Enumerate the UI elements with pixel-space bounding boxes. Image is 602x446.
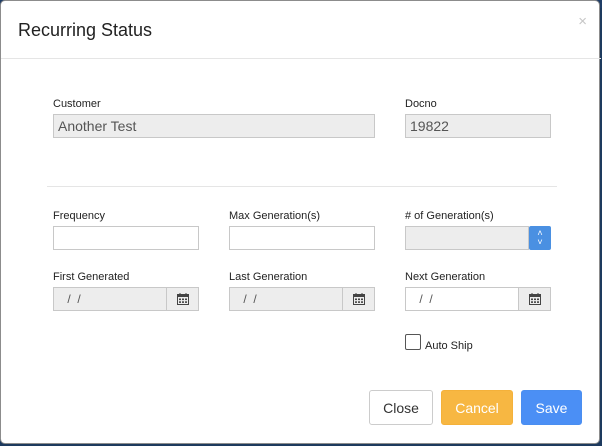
- next-generation-field[interactable]: [405, 287, 519, 311]
- calendar-icon[interactable]: [519, 287, 551, 311]
- recurring-status-dialog: Recurring Status × Customer Docno Freque…: [0, 0, 601, 444]
- section-divider: [47, 186, 557, 187]
- auto-ship-checkbox[interactable]: [405, 334, 421, 350]
- next-generation-label: Next Generation: [405, 271, 486, 283]
- calendar-icon[interactable]: [167, 287, 199, 311]
- dialog-title: Recurring Status: [18, 20, 153, 40]
- num-generations-field[interactable]: [405, 226, 529, 250]
- first-generated-label: First Generated: [53, 271, 130, 283]
- max-generations-field[interactable]: [229, 226, 375, 250]
- calendar-glyph: [176, 293, 189, 305]
- save-button[interactable]: Save: [521, 390, 582, 425]
- calendar-glyph: [528, 293, 541, 305]
- first-generated-date: [53, 287, 199, 311]
- dialog-header: Recurring Status ×: [1, 1, 601, 59]
- max-generations-label: Max Generation(s): [229, 210, 321, 222]
- next-generation-date: [405, 287, 551, 311]
- last-generation-field[interactable]: [229, 287, 343, 311]
- first-generated-field[interactable]: [53, 287, 167, 311]
- close-icon[interactable]: ×: [578, 14, 587, 29]
- docno-label: Docno: [405, 98, 437, 110]
- frequency-field[interactable]: [53, 226, 199, 250]
- last-generation-date: [229, 287, 375, 311]
- customer-field[interactable]: [53, 114, 375, 138]
- last-generation-label: Last Generation: [229, 271, 308, 283]
- docno-field[interactable]: [405, 114, 551, 138]
- chevron-down-icon[interactable]: ˅: [537, 238, 542, 247]
- close-button[interactable]: Close: [369, 390, 433, 425]
- cancel-button[interactable]: Cancel: [441, 390, 513, 425]
- auto-ship-label: Auto Ship: [425, 340, 473, 352]
- frequency-label: Frequency: [53, 210, 105, 222]
- calendar-icon[interactable]: [343, 287, 375, 311]
- spinner-icon[interactable]: ˄ ˅: [529, 226, 551, 250]
- calendar-glyph: [352, 293, 365, 305]
- customer-label: Customer: [53, 98, 101, 110]
- num-generations-label: # of Generation(s): [405, 210, 494, 222]
